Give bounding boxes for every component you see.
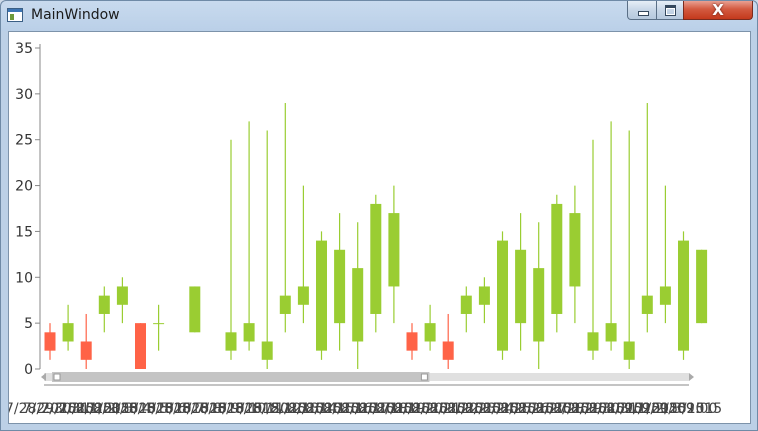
candle-body bbox=[678, 240, 689, 351]
scrollbar-thumb[interactable] bbox=[52, 372, 430, 382]
y-tick-label: 20 bbox=[15, 179, 33, 195]
candle-body bbox=[334, 249, 346, 324]
candle-body bbox=[98, 295, 110, 314]
candle-body bbox=[352, 268, 364, 342]
y-tick-label: 30 bbox=[15, 87, 33, 103]
y-tick-label: 10 bbox=[15, 270, 33, 286]
maximize-icon bbox=[665, 5, 676, 16]
candle-body bbox=[659, 286, 671, 305]
candle-body bbox=[44, 332, 56, 351]
candle-body bbox=[316, 240, 327, 351]
candle-body bbox=[587, 332, 599, 351]
maximize-button[interactable] bbox=[656, 1, 684, 20]
candle-body bbox=[478, 286, 490, 305]
candle-body bbox=[189, 286, 201, 333]
candle-body bbox=[297, 286, 309, 305]
candle-body bbox=[533, 268, 545, 342]
candle-body bbox=[460, 295, 472, 314]
candle-body bbox=[406, 332, 418, 351]
candle-body bbox=[605, 323, 617, 342]
candle-body bbox=[388, 213, 400, 287]
y-tick-label: 0 bbox=[24, 362, 33, 378]
app-window-icon[interactable] bbox=[7, 8, 23, 22]
y-tick-label: 5 bbox=[24, 316, 33, 332]
scrollbar-handle-right[interactable] bbox=[420, 373, 428, 381]
x-tick-label: 09:00 bbox=[677, 401, 717, 417]
candle-body bbox=[370, 203, 382, 314]
minimize-button[interactable] bbox=[627, 1, 657, 20]
chart-area: 0 5 10 15 20 25 30 35 7/28/2015 7/29/2015 7/30/201… bbox=[8, 31, 751, 424]
candle-body bbox=[243, 323, 255, 342]
candlestick-chart: 051015202530357/28/20157/29/20157/30/201… bbox=[9, 41, 722, 417]
scroll-left-arrow-icon[interactable] bbox=[41, 373, 46, 381]
candle-body bbox=[279, 295, 291, 314]
candle-body bbox=[623, 341, 635, 360]
candle-body bbox=[696, 249, 708, 324]
candle-body bbox=[116, 286, 128, 305]
y-tick-label: 15 bbox=[15, 224, 33, 240]
close-icon: X bbox=[712, 1, 724, 19]
close-button[interactable]: X bbox=[683, 1, 753, 20]
candle-body bbox=[551, 203, 563, 314]
candle-body bbox=[225, 332, 237, 351]
y-tick-label: 35 bbox=[15, 41, 33, 57]
candle-body bbox=[135, 323, 146, 369]
main-window: MainWindow X 0 5 10 15 20 25 30 35 7/28/2015 7/29… bbox=[0, 0, 758, 431]
window-title: MainWindow bbox=[31, 7, 120, 23]
candle-body bbox=[442, 341, 454, 360]
candle-body bbox=[80, 341, 92, 360]
minimize-icon bbox=[638, 11, 649, 16]
title-bar[interactable]: MainWindow X bbox=[1, 1, 757, 31]
scrollbar-handle-left[interactable] bbox=[53, 373, 61, 381]
y-tick-label: 25 bbox=[15, 133, 33, 149]
candle-body bbox=[497, 240, 508, 351]
candle-body bbox=[153, 323, 165, 325]
candle-body bbox=[424, 323, 436, 342]
candle-body bbox=[62, 323, 74, 342]
candle-body bbox=[261, 341, 273, 360]
candle-body bbox=[515, 249, 527, 324]
candle-body bbox=[569, 213, 581, 287]
candle-body bbox=[641, 295, 653, 314]
scroll-right-arrow-icon[interactable] bbox=[689, 373, 694, 381]
